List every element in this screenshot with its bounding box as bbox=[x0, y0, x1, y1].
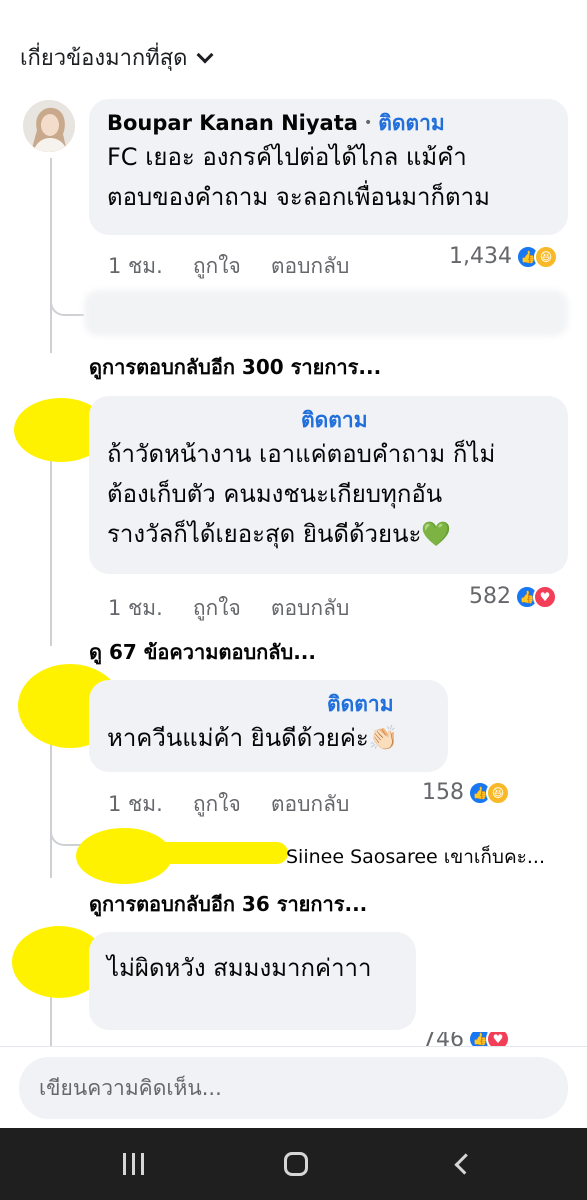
like-button[interactable]: ถูกใจ bbox=[193, 250, 241, 283]
reply-preview[interactable]: Siinee Saosaree เขาเก็บคะ... bbox=[286, 842, 545, 872]
reaction-summary[interactable]: 746 👍 ♥ bbox=[422, 1032, 510, 1046]
haha-reaction-icon: 😆 bbox=[533, 244, 558, 269]
thread-line bbox=[50, 990, 52, 1046]
thread-line bbox=[50, 456, 52, 646]
comment-text: ต้องเก็บตัว คนมงชนะเกียบทุกอัน bbox=[107, 480, 443, 508]
like-button[interactable]: ถูกใจ bbox=[193, 592, 241, 625]
reaction-summary[interactable]: 1,434 👍 😆 bbox=[449, 244, 558, 269]
thread-line bbox=[50, 158, 52, 353]
thread-branch bbox=[50, 820, 84, 846]
thread-line bbox=[50, 726, 52, 878]
comment-actions: 1 ชม. ถูกใจ ตอบกลับ bbox=[108, 592, 349, 625]
home-icon[interactable] bbox=[283, 1150, 309, 1178]
reply-button[interactable]: ตอบกลับ bbox=[271, 250, 350, 283]
comment-text: ถ้าวัดหน้างาน เอาแค่ตอบคำถาม ก็ไม่ bbox=[107, 440, 496, 468]
reply-button[interactable]: ตอบกลับ bbox=[271, 788, 350, 821]
reaction-count: 158 bbox=[422, 780, 464, 805]
comment-bubble: ติดตาม หาควีนแม่ค้า ยินดีด้วยค่ะ👏🏻 bbox=[89, 680, 448, 772]
chevron-down-icon bbox=[196, 46, 214, 63]
comment-text: รางวัลก็ได้เยอะสุด ยินดีด้วยนะ💚 bbox=[107, 520, 452, 548]
sort-label: เกี่ยวข้องมากที่สุด bbox=[20, 46, 188, 71]
blurred-reply bbox=[84, 290, 568, 336]
comment-actions: 1 ชม. ถูกใจ ตอบกลับ bbox=[108, 250, 349, 283]
back-icon[interactable] bbox=[450, 1150, 476, 1178]
comment-actions: 1 ชม. ถูกใจ ตอบกลับ bbox=[108, 788, 349, 821]
comment-text: หาควีนแม่ค้า ยินดีด้วยค่ะ👏🏻 bbox=[107, 724, 399, 752]
comment-input[interactable]: เขียนความคิดเห็น... bbox=[19, 1057, 568, 1119]
comment-bubble: ติดตาม ถ้าวัดหน้างาน เอาแค่ตอบคำถาม ก็ไม… bbox=[89, 396, 568, 574]
comment-text: ตอบของคำถาม จะลอกเพื่อนมาก็ตาม bbox=[107, 183, 490, 211]
comment-text: FC เยอะ องกรค์ไปต่อได้ไกล แม้คำ bbox=[107, 143, 467, 171]
reaction-summary[interactable]: 158 👍 😆 bbox=[422, 780, 510, 805]
thread-branch bbox=[50, 290, 84, 316]
comment-text: ไม่ผิดหวัง สมมงมากค่าาา bbox=[107, 954, 372, 982]
reaction-count: 746 bbox=[422, 1032, 464, 1046]
love-reaction-icon: ♥ bbox=[533, 584, 557, 609]
reaction-summary[interactable]: 582 👍 ♥ bbox=[469, 584, 557, 609]
reaction-count: 582 bbox=[469, 584, 511, 609]
haha-reaction-icon: 😆 bbox=[486, 780, 510, 805]
like-button[interactable]: ถูกใจ bbox=[193, 788, 241, 821]
view-more-replies[interactable]: ดูการตอบกลับอีก 300 รายการ... bbox=[89, 351, 381, 383]
comment-author[interactable]: Boupar Kanan Niyata bbox=[107, 109, 358, 137]
love-reaction-icon: ♥ bbox=[486, 1032, 510, 1046]
comment-bubble: ไม่ผิดหวัง สมมงมากค่าาา bbox=[89, 932, 416, 1030]
reply-button[interactable]: ตอบกลับ bbox=[271, 592, 350, 625]
redaction-scribble bbox=[120, 842, 288, 864]
view-more-replies[interactable]: ดูการตอบกลับอีก 36 รายการ... bbox=[89, 888, 367, 920]
recent-apps-icon[interactable] bbox=[119, 1150, 147, 1178]
avatar[interactable] bbox=[23, 100, 75, 152]
comment-bubble: Boupar Kanan Niyata • ติดตาม FC เยอะ องก… bbox=[89, 99, 568, 235]
sort-dropdown[interactable]: เกี่ยวข้องมากที่สุด bbox=[20, 40, 214, 75]
reaction-count: 1,434 bbox=[449, 244, 512, 269]
comment-time[interactable]: 1 ชม. bbox=[108, 250, 163, 283]
view-more-replies[interactable]: ดู 67 ข้อความตอบกลับ... bbox=[89, 636, 316, 668]
follow-button[interactable]: ติดตาม bbox=[327, 690, 394, 718]
separator-dot: • bbox=[363, 115, 373, 131]
comment-time[interactable]: 1 ชม. bbox=[108, 592, 163, 625]
comment-composer: เขียนความคิดเห็น... bbox=[0, 1046, 587, 1128]
follow-button[interactable]: ติดตาม bbox=[378, 109, 445, 137]
comment-time[interactable]: 1 ชม. bbox=[108, 788, 163, 821]
follow-button[interactable]: ติดตาม bbox=[301, 406, 368, 434]
system-nav-bar bbox=[0, 1128, 587, 1200]
